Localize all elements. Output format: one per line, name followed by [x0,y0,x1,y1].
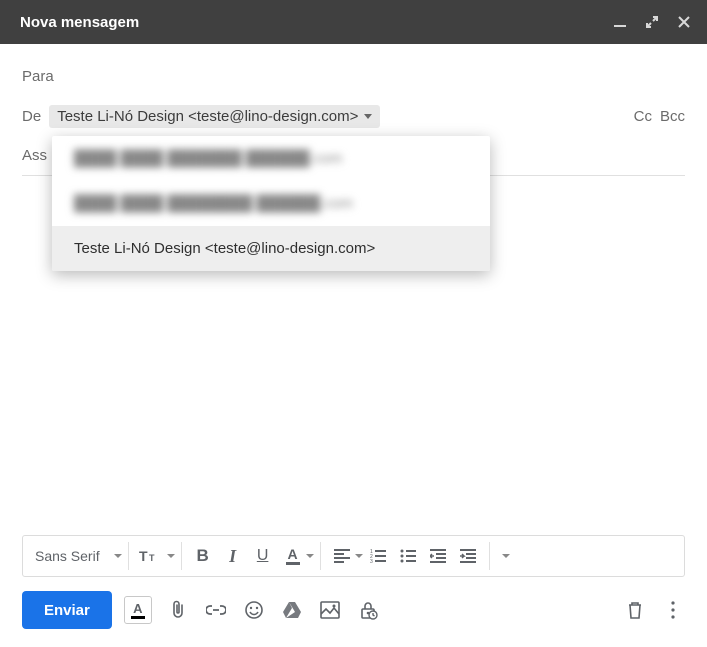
font-name: Sans Serif [35,548,100,564]
format-toolbar: Sans Serif TT B I U A [22,535,685,577]
chevron-down-icon[interactable] [306,554,314,558]
underline-icon[interactable]: U [248,541,278,571]
from-option[interactable]: ████ ████ ███████ ██████.com [52,136,490,181]
window-controls [613,15,691,29]
more-format-icon[interactable] [502,554,510,558]
trash-icon[interactable] [623,598,647,622]
bold-icon[interactable]: B [188,541,218,571]
from-option[interactable]: Teste Li-Nó Design <teste@lino-design.co… [52,226,490,271]
svg-text:T: T [149,553,155,563]
chevron-down-icon[interactable] [355,554,363,558]
bottom-bar: Enviar A [0,577,707,647]
chevron-down-icon [114,554,122,558]
format-mode-icon[interactable]: A [124,596,152,624]
link-icon[interactable] [204,598,228,622]
subject-label: Ass [22,147,47,164]
cc-button[interactable]: Cc [634,108,652,125]
expand-icon[interactable] [645,15,659,29]
minimize-icon[interactable] [613,15,627,29]
insert-icons: A [124,596,380,624]
from-label: De [22,108,41,125]
attach-icon[interactable] [166,598,190,622]
overflow-icon[interactable] [661,598,685,622]
text-color-icon[interactable]: A [278,541,308,571]
close-icon[interactable] [677,15,691,29]
svg-text:3: 3 [370,559,373,563]
bulleted-list-icon[interactable] [393,541,423,571]
chevron-down-icon [364,114,372,119]
emoji-icon[interactable] [242,598,266,622]
align-icon[interactable] [327,541,357,571]
format-toolbar-wrap: Sans Serif TT B I U A [0,535,707,577]
compose-window: Nova mensagem Para De Teste Li-Nó Design… [0,0,707,647]
from-option[interactable]: ████ ████ ████████ ██████.com [52,181,490,226]
from-value: Teste Li-Nó Design <teste@lino-design.co… [57,108,358,125]
to-label: Para [22,68,54,85]
from-row: De Teste Li-Nó Design <teste@lino-design… [22,96,685,136]
indent-increase-icon[interactable] [453,541,483,571]
chevron-down-icon[interactable] [167,554,175,558]
confidential-icon[interactable] [356,598,380,622]
bottom-right-controls [623,598,685,622]
send-button[interactable]: Enviar [22,591,112,629]
window-title: Nova mensagem [20,14,613,31]
svg-text:T: T [139,548,148,564]
indent-decrease-icon[interactable] [423,541,453,571]
italic-icon[interactable]: I [218,541,248,571]
titlebar: Nova mensagem [0,0,707,44]
to-row[interactable]: Para [22,56,685,96]
header-fields: Para De Teste Li-Nó Design <teste@lino-d… [0,44,707,176]
image-icon[interactable] [318,598,342,622]
drive-icon[interactable] [280,598,304,622]
text-size-icon[interactable]: TT [135,541,165,571]
cc-bcc-controls: Cc Bcc [634,108,685,125]
from-selector[interactable]: Teste Li-Nó Design <teste@lino-design.co… [49,105,380,128]
font-family-selector[interactable]: Sans Serif [23,536,128,576]
bcc-button[interactable]: Bcc [660,108,685,125]
numbered-list-icon[interactable]: 123 [363,541,393,571]
from-dropdown: ████ ████ ███████ ██████.com ████ ████ █… [52,136,490,271]
